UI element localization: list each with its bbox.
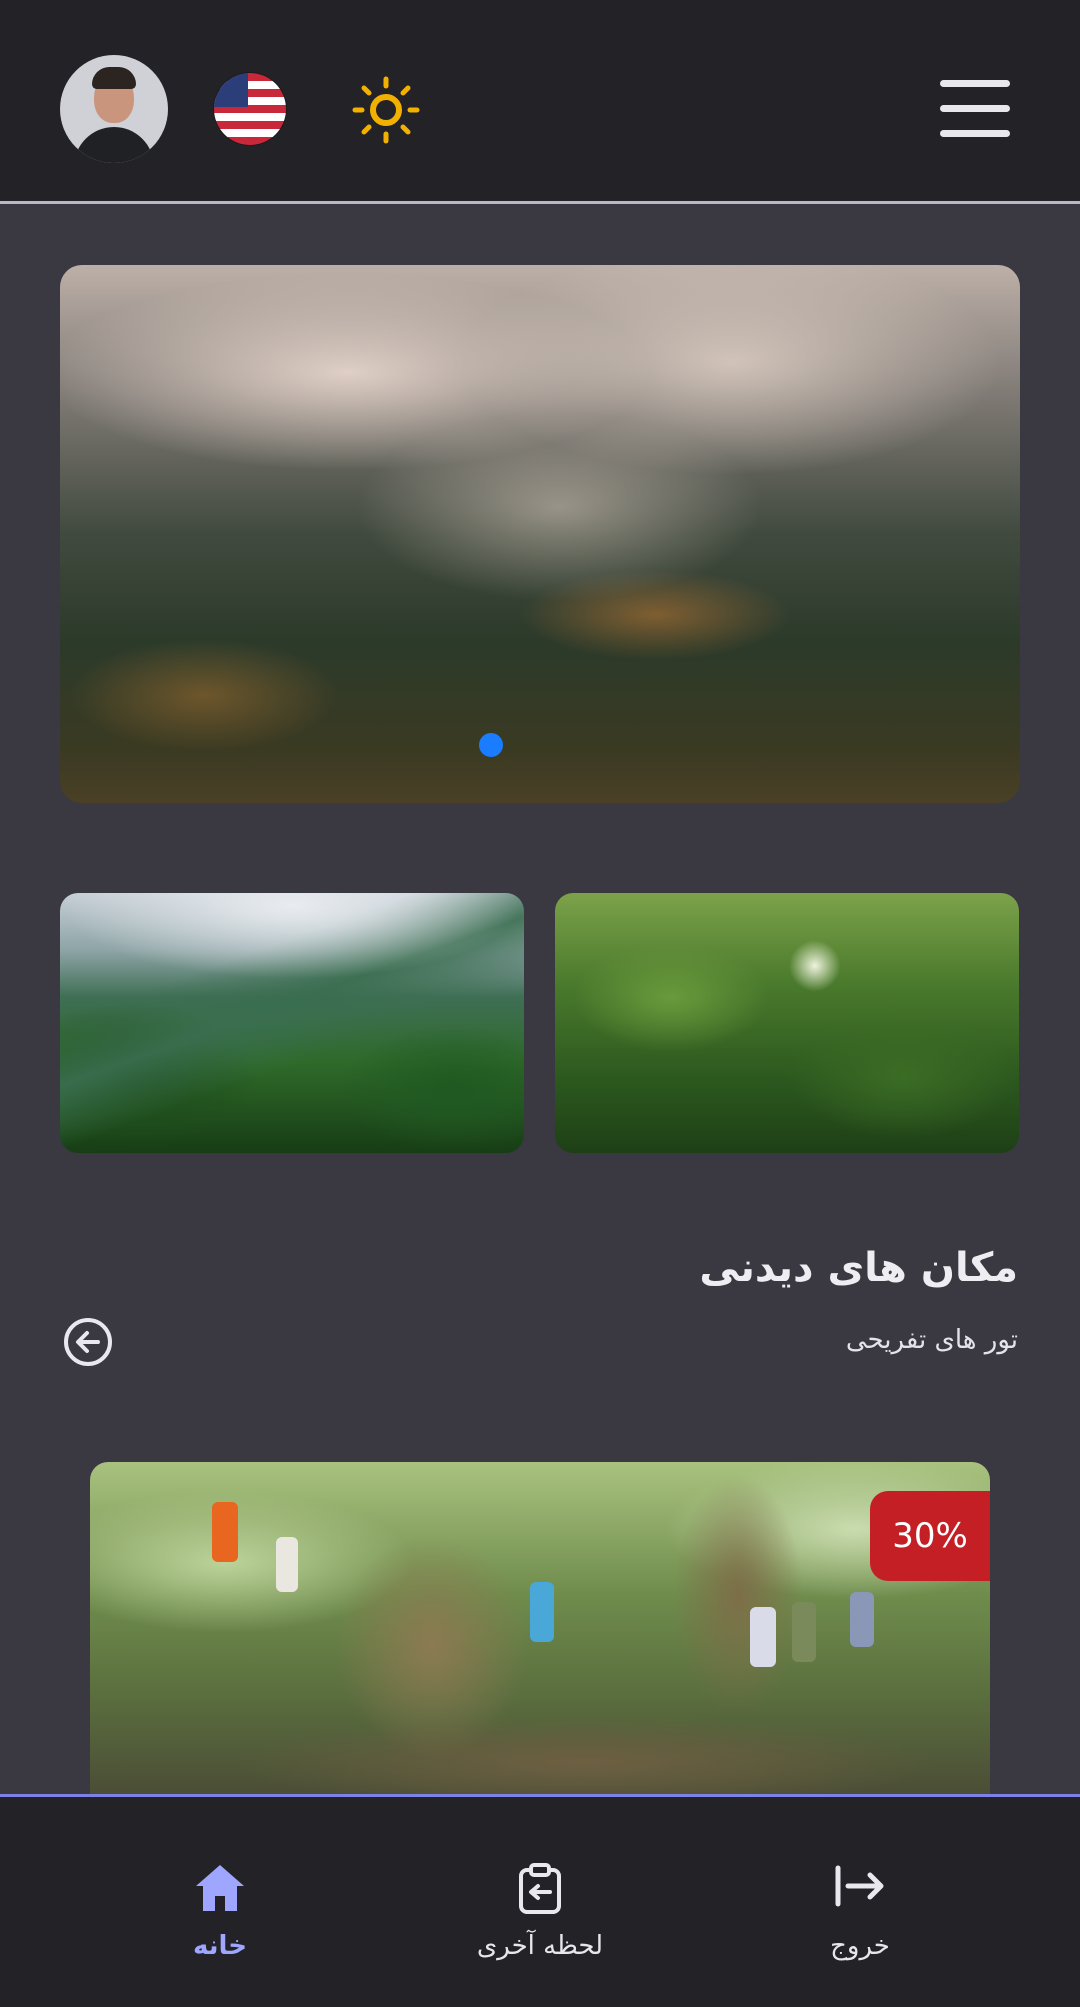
bottom-navigation: خروج لحظه آخری خانه bbox=[0, 1794, 1080, 2007]
nav-item-logout[interactable]: خروج bbox=[710, 1797, 1010, 2007]
tour-person bbox=[530, 1582, 554, 1642]
arrow-left-circle-icon[interactable] bbox=[62, 1316, 114, 1368]
tour-person bbox=[850, 1592, 874, 1647]
tour-person bbox=[276, 1537, 298, 1592]
section-subtitle: تور های تفریحی bbox=[845, 1325, 1018, 1355]
section-title: مکان های دیدنی bbox=[699, 1245, 1018, 1291]
tour-person bbox=[792, 1602, 816, 1662]
top-bar bbox=[0, 0, 1080, 204]
tour-person bbox=[212, 1502, 238, 1562]
nav-label-home: خانه bbox=[192, 1931, 248, 1961]
clipboard-icon bbox=[519, 1863, 561, 1914]
sun-icon[interactable] bbox=[352, 76, 420, 144]
logout-icon bbox=[835, 1865, 884, 1907]
nav-item-home[interactable]: خانه bbox=[70, 1797, 370, 2007]
nav-item-last-minute[interactable]: لحظه آخری bbox=[390, 1797, 690, 2007]
slider-indicator-dot[interactable] bbox=[479, 733, 503, 757]
gallery-image-mountain[interactable] bbox=[60, 893, 524, 1153]
hero-banner-image[interactable] bbox=[60, 265, 1020, 803]
gallery-image-jungle[interactable] bbox=[555, 893, 1019, 1153]
tour-person bbox=[750, 1607, 776, 1667]
discount-badge: 30% bbox=[870, 1491, 990, 1581]
nav-label-logout: خروج bbox=[830, 1931, 890, 1961]
nav-label-last-minute: لحظه آخری bbox=[476, 1931, 604, 1961]
home-icon bbox=[196, 1865, 244, 1911]
user-avatar[interactable] bbox=[60, 55, 168, 163]
hamburger-menu-icon[interactable] bbox=[940, 80, 1010, 138]
tour-card-image[interactable] bbox=[90, 1462, 990, 1796]
us-flag-icon[interactable] bbox=[214, 73, 286, 145]
